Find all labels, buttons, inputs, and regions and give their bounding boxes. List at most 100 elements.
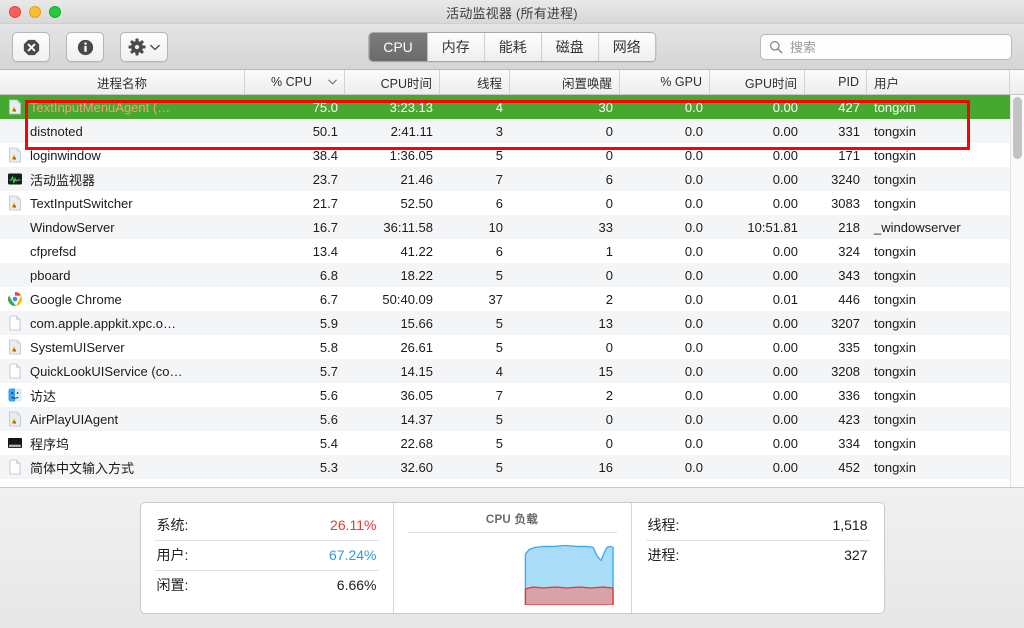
cell-value: 0 (605, 267, 613, 283)
search-icon (769, 40, 783, 54)
column-header-cpu[interactable]: % CPU (245, 70, 345, 94)
cell-idlewake: 0 (510, 124, 620, 139)
column-header-user[interactable]: 用户 (867, 70, 1010, 94)
search-field[interactable] (760, 34, 1012, 60)
cpu-load-graph (408, 537, 617, 605)
column-header-threads[interactable]: 线程 (440, 70, 510, 94)
cell-value: 1:36.05 (389, 147, 433, 163)
column-header-gpu[interactable]: % GPU (620, 70, 710, 94)
cell-cpu: 6.7 (245, 292, 345, 307)
cell-cpu: 5.6 (245, 388, 345, 403)
cell-value: 331 (838, 123, 860, 139)
table-row[interactable]: Google Chrome 6.7 50:40.09 37 2 0.0 0.01 446 ton… (0, 287, 1024, 311)
cell-name: WindowServer (0, 219, 245, 235)
column-header-cputime[interactable]: CPU时间 (345, 70, 440, 94)
column-header-gputime[interactable]: GPU时间 (710, 70, 805, 94)
cell-cpu: 5.3 (245, 460, 345, 475)
cell-value: 75.0 (312, 99, 338, 115)
scrollbar-thumb[interactable] (1013, 97, 1022, 159)
tab-memory[interactable]: 内存 (427, 33, 485, 61)
cell-value: 452 (838, 459, 860, 475)
cell-gputime: 0.00 (710, 148, 805, 163)
cell-value: 218 (838, 219, 860, 235)
process-name: 程序坞 (30, 436, 70, 452)
quit-process-button[interactable] (12, 32, 50, 62)
cell-value: 38.4 (312, 147, 338, 163)
stat-value-threads: 1,518 (832, 517, 868, 533)
cell-pid: 452 (805, 460, 867, 475)
gear-menu-button[interactable] (120, 32, 168, 62)
table-row[interactable]: pboard 6.8 18.22 5 0 0.0 0.00 343 tongxin (0, 263, 1024, 287)
cell-value: 0.00 (772, 123, 798, 139)
column-header-pid[interactable]: PID (805, 70, 867, 94)
cell-value: 5 (495, 411, 503, 427)
table-row[interactable]: cfprefsd 13.4 41.22 6 1 0.0 0.00 324 tongxin (0, 239, 1024, 263)
cell-value: 0.00 (772, 171, 798, 187)
cell-value: 0.0 (684, 435, 703, 451)
cell-value: 0.0 (684, 99, 703, 115)
cell-name: 程序坞 (0, 434, 245, 453)
cell-name: TextInputSwitcher (0, 195, 245, 211)
table-row[interactable]: distnoted 50.1 2:41.11 3 0 0.0 0.00 331 tongxin (0, 119, 1024, 143)
cell-user: tongxin (867, 436, 1010, 451)
cell-cpu: 5.8 (245, 340, 345, 355)
cell-idlewake: 0 (510, 436, 620, 451)
table-row[interactable]: com.apple.appkit.xpc.o… 5.9 15.66 5 13 0.0 0.0… (0, 311, 1024, 335)
cell-value: 7 (495, 171, 503, 187)
table-row[interactable]: 简体中文输入方式 5.3 32.60 5 16 0.0 0.00 452 tongxin (0, 455, 1024, 479)
process-name: 访达 (30, 388, 57, 404)
title-bar: 活动监视器 (所有进程) (0, 0, 1024, 24)
cell-value: tongxin (874, 435, 916, 451)
process-rows: TextInputMenuAgent (… 75.0 3:23.13 4 30 0.0 0.… (0, 95, 1024, 479)
cell-value: 16 (598, 459, 613, 475)
cell-threads: 5 (440, 412, 510, 427)
table-row[interactable]: 程序坞 5.4 22.68 5 0 0.0 0.00 334 tongxin (0, 431, 1024, 455)
column-header-label: 闲置唤醒 (561, 76, 612, 91)
table-row[interactable]: QuickLookUIService (co… 5.7 14.15 4 15 0.0 0.0… (0, 359, 1024, 383)
chevron-down-icon (150, 44, 160, 50)
chrome-icon (8, 292, 22, 307)
stat-row-user: 用户: 67.24% (154, 541, 379, 571)
cell-value: tongxin (874, 315, 916, 331)
cell-value: tongxin (874, 339, 916, 355)
cell-gpu: 0.0 (620, 100, 710, 115)
table-row[interactable]: WindowServer 16.7 36:11.58 10 33 0.0 10:51.81 2… (0, 215, 1024, 239)
cell-user: tongxin (867, 268, 1010, 283)
column-header-name[interactable]: 进程名称 (0, 70, 245, 94)
table-row[interactable]: TextInputSwitcher 21.7 52.50 6 0 0.0 0.00 3083 t… (0, 191, 1024, 215)
agent-doc-icon (9, 99, 21, 115)
table-row[interactable]: AirPlayUIAgent 5.6 14.37 5 0 0.0 0.00 423 tongxi… (0, 407, 1024, 431)
cell-value: tongxin (874, 291, 916, 307)
tab-energy[interactable]: 能耗 (484, 33, 542, 61)
cell-user: tongxin (867, 412, 1010, 427)
column-header-label: 用户 (874, 76, 900, 91)
stat-row-threads: 线程: 1,518 (645, 511, 870, 541)
window-title: 活动监视器 (所有进程) (446, 6, 578, 21)
tab-network[interactable]: 网络 (598, 33, 655, 61)
table-row[interactable]: TextInputMenuAgent (… 75.0 3:23.13 4 30 0.0 0.… (0, 95, 1024, 119)
search-input[interactable] (790, 39, 1003, 55)
table-row[interactable]: 活动监视器 23.7 21.46 7 6 0.0 0.00 3240 tongxin (0, 167, 1024, 191)
process-name: 简体中文输入方式 (30, 460, 135, 476)
inspect-process-button[interactable] (66, 32, 104, 62)
cell-value: 0 (605, 147, 613, 163)
cell-idlewake: 0 (510, 412, 620, 427)
cell-gputime: 0.00 (710, 196, 805, 211)
cell-value: tongxin (874, 411, 916, 427)
tab-disk[interactable]: 磁盘 (541, 33, 599, 61)
cell-value: 15.66 (400, 315, 433, 331)
cell-name: com.apple.appkit.xpc.o… (0, 315, 245, 331)
cpu-load-title: CPU 负载 (407, 511, 617, 533)
cell-value: 427 (838, 99, 860, 115)
table-row[interactable]: 访达 5.6 36.05 7 2 0.0 0.00 336 tongxin (0, 383, 1024, 407)
cell-name: Google Chrome (0, 291, 245, 307)
tab-cpu[interactable]: CPU (369, 33, 428, 61)
table-row[interactable]: loginwindow 38.4 1:36.05 5 0 0.0 0.00 171 tongxi… (0, 143, 1024, 167)
cell-gpu: 0.0 (620, 124, 710, 139)
cell-threads: 4 (440, 100, 510, 115)
cell-value: 32.60 (400, 459, 433, 475)
cell-value: 0.0 (684, 147, 703, 163)
cell-value: 0.00 (772, 411, 798, 427)
table-row[interactable]: SystemUIServer 5.8 26.61 5 0 0.0 0.00 335 tongxi… (0, 335, 1024, 359)
column-header-idlewake[interactable]: 闲置唤醒 (510, 70, 620, 94)
